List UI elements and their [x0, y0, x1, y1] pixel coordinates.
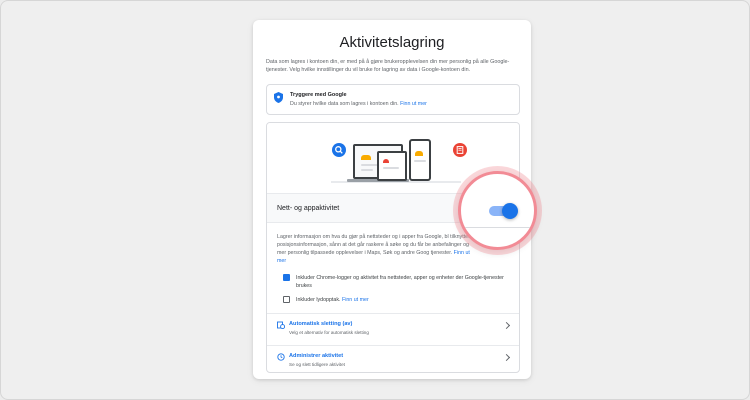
- divider: [267, 345, 519, 346]
- tablet-illustration: [377, 151, 407, 181]
- auto-delete-row[interactable]: Automatisk sletting (av) Velg et alterna…: [267, 315, 519, 343]
- safer-title: Tryggere med Google: [290, 92, 347, 98]
- safer-with-google-box: Tryggere med Google Du styrer hvilke dat…: [266, 84, 520, 115]
- safer-learn-more-link[interactable]: Finn ut mer: [400, 101, 427, 107]
- manage-activity-title: Administrer aktivitet: [289, 353, 344, 359]
- auto-delete-subtitle: Velg et alternativ for automatisk sletti…: [289, 330, 369, 335]
- safer-description: Du styrer hvilke data som lagres i konto…: [290, 101, 399, 107]
- shield-icon: [274, 92, 283, 103]
- web-app-activity-label: Nett- og appaktivitet: [277, 205, 340, 212]
- search-bubble-icon: [332, 143, 346, 157]
- history-icon: [277, 353, 285, 361]
- toggle-magnifier-highlight: [458, 171, 537, 250]
- audio-recording-checkbox[interactable]: [283, 296, 290, 303]
- auto-delete-title: Automatisk sletting (av): [289, 321, 353, 327]
- phone-illustration: [409, 139, 431, 181]
- web-app-activity-box: Nett- og appaktivitet Lagrer informasjon…: [266, 122, 520, 373]
- page-description: Data som lagres i kontoen din, er med på…: [266, 59, 510, 73]
- manage-activity-row[interactable]: Administrer aktivitet Se og slett tidlig…: [267, 347, 519, 372]
- web-app-activity-switch-knob[interactable]: [502, 203, 518, 219]
- audio-recording-label-wrap: Inkluder lydopptak. Finn ut mer: [296, 296, 511, 304]
- web-app-activity-description: Lagrer informasjon om hva du gjør på net…: [277, 233, 477, 265]
- activity-description-text: Lagrer informasjon om hva du gjør på net…: [277, 234, 470, 256]
- chevron-right-icon: [502, 321, 511, 330]
- chevron-right-icon: [502, 353, 511, 362]
- chrome-history-checkbox[interactable]: [283, 274, 290, 286]
- audio-learn-more-link[interactable]: Finn ut mer: [342, 297, 369, 303]
- chrome-history-label: Inkluder Chrome-logger og aktivitet fra …: [296, 275, 504, 289]
- safer-text: Du styrer hvilke data som lagres i konto…: [290, 101, 427, 107]
- audio-recording-label: Inkluder lydopptak.: [296, 297, 341, 303]
- document-bubble-icon: [453, 143, 467, 157]
- page-title: Aktivitetslagring: [339, 34, 445, 51]
- divider: [267, 313, 519, 314]
- auto-delete-icon: [277, 321, 285, 329]
- magnified-divider: [461, 227, 534, 228]
- manage-activity-subtitle: Se og slett tidligere aktivitet: [289, 362, 345, 367]
- chart-blob: [361, 155, 371, 160]
- chart-blob: [415, 151, 423, 156]
- text-line: [361, 169, 373, 171]
- text-line: [414, 160, 426, 162]
- text-line: [383, 167, 399, 169]
- chart-blob: [383, 159, 389, 163]
